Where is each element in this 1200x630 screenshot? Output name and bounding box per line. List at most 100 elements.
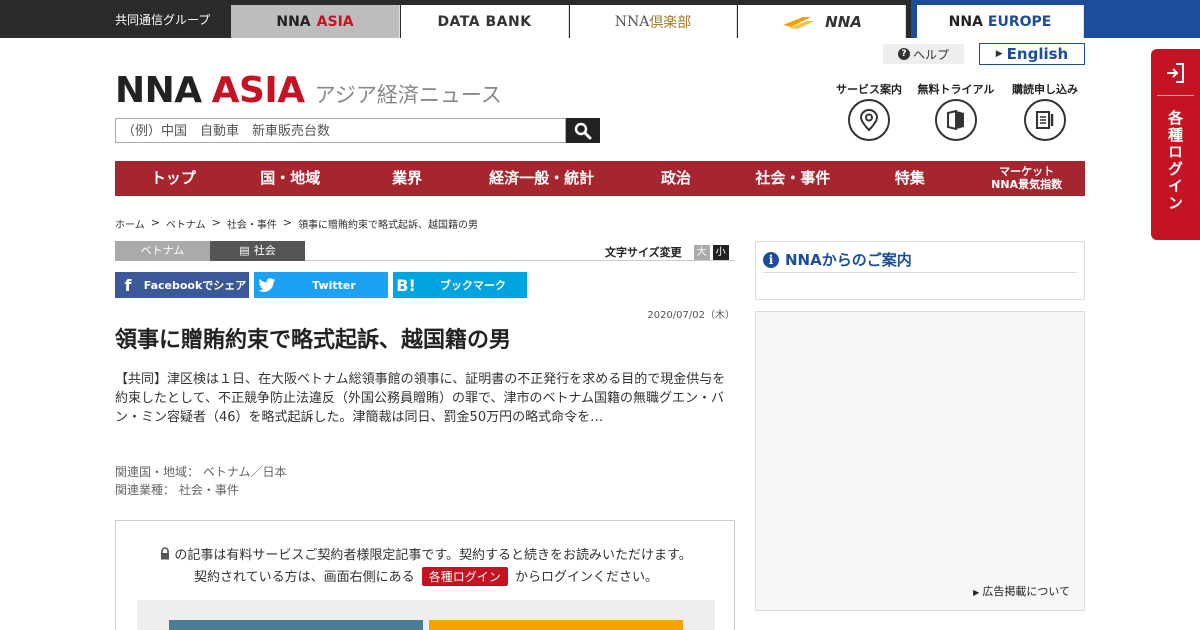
share-twitter-label: Twitter	[312, 278, 356, 292]
paywall-action-button-2[interactable]	[429, 620, 683, 630]
paywall-line2: 契約されている方は、画面右側にある 各種ログイン からログインください。	[116, 566, 736, 586]
font-size-control: 文字サイズ変更 大 小	[605, 244, 729, 260]
search-button[interactable]	[566, 118, 600, 143]
help-label: ヘルプ	[912, 47, 949, 62]
breadcrumb-home[interactable]: ホーム	[115, 216, 145, 231]
chevron-right-icon: >	[150, 216, 160, 229]
twitter-icon	[254, 277, 280, 293]
share-twitter-button[interactable]: Twitter	[254, 272, 388, 298]
triangle-right-icon: ▶	[995, 49, 1003, 59]
paywall-action-button-1[interactable]	[169, 620, 423, 630]
font-large-button[interactable]: 大	[693, 244, 710, 260]
english-label: English	[1006, 45, 1069, 63]
site-tab-nna-club[interactable]: NNA 倶楽部	[570, 5, 737, 38]
sidebar-info-box: i NNAからのご案内	[755, 241, 1085, 300]
question-icon: ?	[897, 48, 910, 60]
site-tab-nna-club-nna: NNA	[614, 13, 650, 30]
service-guide-link[interactable]: サービス案内	[829, 81, 909, 141]
article-date: 2020/07/02（木）	[647, 310, 735, 321]
paywall-actions	[137, 600, 715, 630]
book-icon	[935, 99, 977, 141]
site-logo[interactable]: NNA ASIA アジア経済ニュース	[115, 70, 502, 111]
chevron-right-icon: >	[282, 216, 293, 229]
site-tab-nna-asia-asia: ASIA	[316, 13, 354, 30]
related-industry-label: 関連業種：	[115, 483, 176, 497]
paywall-line2-pre: 契約されている方は、画面右側にある	[194, 570, 415, 585]
ad-info-label: 広告掲載について	[982, 585, 1070, 598]
nav-economy[interactable]: 経済一般・統計	[466, 161, 618, 196]
sidebar-info-divider	[763, 272, 1077, 273]
nav-market-line2: NNA景気指数	[991, 177, 1063, 191]
related-industry: 関連業種： 社会・事件	[115, 481, 287, 499]
nav-market[interactable]: マーケット NNA景気指数	[968, 161, 1085, 196]
related-region-label: 関連国・地域：	[115, 465, 200, 479]
list-icon: ▤	[239, 244, 250, 257]
help-button[interactable]: ? ヘルプ	[883, 44, 964, 64]
paywall-line1-text: の記事は有料サービスご契約者様限定記事です。契約すると続きをお読みいただけます。	[174, 548, 692, 563]
font-small-button[interactable]: 小	[712, 244, 729, 260]
login-tab-divider	[1157, 95, 1194, 96]
nav-market-line1: マーケット	[999, 165, 1055, 179]
share-hatena-button[interactable]: B! ブックマーク	[393, 272, 527, 298]
chevron-right-icon: >	[211, 216, 221, 229]
nav-region[interactable]: 国・地域	[232, 161, 349, 196]
site-tab-nna-club-kj: 倶楽部	[649, 14, 692, 31]
related-region: 関連国・地域： ベトナム／日本	[115, 463, 287, 481]
map-pin-icon	[848, 99, 890, 141]
login-tab[interactable]: 各種ログイン	[1151, 49, 1200, 240]
lock-icon	[160, 547, 174, 563]
subscribe-link[interactable]: 購読申し込み	[1005, 81, 1085, 141]
form-pen-icon	[1024, 99, 1066, 141]
nna-wing-icon	[783, 16, 816, 29]
paywall-line2-post: からログインください。	[514, 570, 658, 585]
search-input[interactable]: （例）中国 自動車 新車販売台数	[115, 118, 566, 143]
english-button[interactable]: ▶ English	[979, 43, 1085, 65]
article-body: 【共同】津区検は１日、在大阪ベトナム総領事館の領事に、証明書の不正発行を求める目…	[115, 372, 726, 425]
hatena-bookmark-icon: B!	[396, 275, 416, 295]
sidebar-info-title[interactable]: i NNAからのご案内	[763, 249, 912, 270]
site-tab-nna-asia-nna: NNA	[276, 13, 311, 30]
ad-info-link[interactable]: ▶ 広告掲載について	[973, 583, 1070, 599]
site-tab-data-bank[interactable]: DATA BANK	[401, 5, 569, 38]
subscribe-label: 購読申し込み	[1012, 83, 1078, 96]
free-trial-label: 無料トライアル	[917, 83, 995, 96]
facebook-icon: f	[124, 275, 132, 295]
login-icon	[1167, 63, 1184, 83]
breadcrumb-country[interactable]: ベトナム	[166, 216, 206, 231]
article-meta: 関連国・地域： ベトナム／日本 関連業種： 社会・事件	[115, 463, 287, 499]
breadcrumb: ホーム > ベトナム > 社会・事件 > 領事に贈賄約束で略式起訴、越国籍の男	[115, 216, 478, 231]
paywall-line1: の記事は有料サービスご契約者様限定記事です。契約すると続きをお読みいただけます。	[116, 544, 736, 563]
site-tab-nna-asia[interactable]: NNA ASIA	[231, 5, 400, 38]
paywall-login-button[interactable]: 各種ログイン	[421, 567, 508, 586]
nav-industry[interactable]: 業界	[349, 161, 466, 196]
free-trial-link[interactable]: 無料トライアル	[916, 81, 996, 141]
related-region-value[interactable]: ベトナム／日本	[203, 465, 287, 479]
category-bar: ベトナム ▤ 社会 文字サイズ変更 大 小	[115, 241, 735, 261]
nav-top[interactable]: トップ	[115, 161, 232, 196]
breadcrumb-current: 領事に贈賄約束で略式起訴、越国籍の男	[298, 220, 479, 231]
share-hatena-label: ブックマーク	[440, 279, 506, 292]
logo-nna: NNA	[115, 70, 202, 111]
info-icon: i	[763, 251, 779, 268]
tag-category-label: 社会	[253, 244, 276, 257]
nav-special[interactable]: 特集	[851, 161, 968, 196]
nav-politics[interactable]: 政治	[618, 161, 735, 196]
related-industry-value[interactable]: 社会・事件	[179, 483, 239, 497]
tag-category[interactable]: ▤ 社会	[210, 241, 305, 261]
service-guide-label: サービス案内	[836, 83, 902, 96]
font-size-label: 文字サイズ変更	[605, 246, 682, 259]
share-facebook-label: Facebookでシェア	[143, 279, 247, 292]
site-tab-nna[interactable]: NNA	[738, 5, 906, 38]
logo-subtitle: アジア経済ニュース	[314, 83, 502, 107]
breadcrumb-category[interactable]: 社会・事件	[227, 216, 277, 231]
triangle-right-icon: ▶	[973, 588, 980, 597]
site-tab-nna-europe-eu: EUROPE	[987, 13, 1052, 30]
nav-society[interactable]: 社会・事件	[734, 161, 851, 196]
search-icon	[574, 122, 592, 139]
share-facebook-button[interactable]: f Facebookでシェア	[115, 272, 249, 298]
site-tab-nna-europe[interactable]: NNA EUROPE	[917, 5, 1084, 38]
login-tab-label: 各種ログイン	[1166, 110, 1184, 212]
paywall-box: の記事は有料サービスご契約者様限定記事です。契約すると続きをお読みいただけます。…	[115, 520, 735, 630]
sidebar-info-title-text: NNAからのご案内	[785, 251, 912, 269]
tag-country[interactable]: ベトナム	[115, 241, 210, 261]
